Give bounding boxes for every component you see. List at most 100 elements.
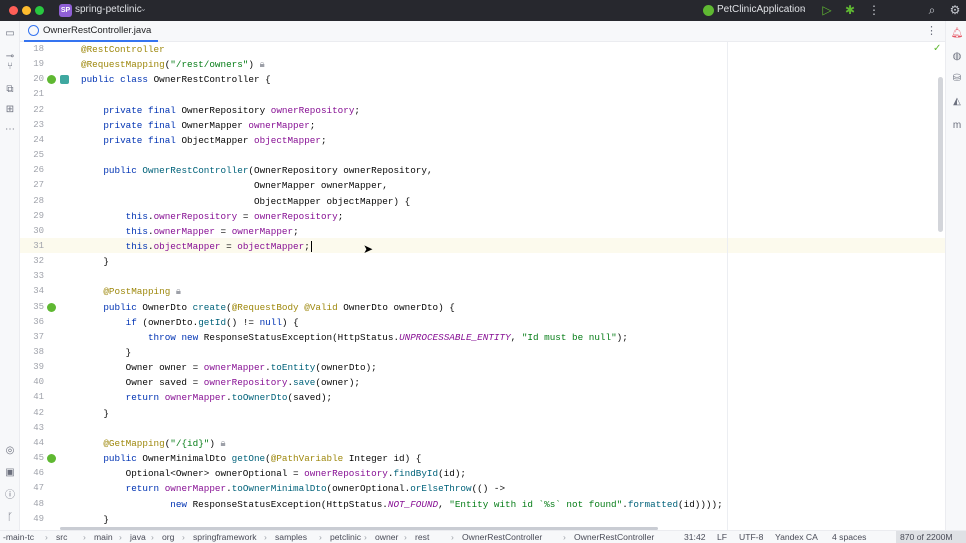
chevron-down-icon[interactable]: ⌄ (140, 4, 147, 13)
breadcrumb-item[interactable]: samples (275, 531, 307, 543)
code-line[interactable]: Owner saved = ownerRepository.save(owner… (81, 375, 360, 390)
gradle-icon[interactable]: ◭ (950, 95, 964, 109)
code-line[interactable]: public OwnerRestController(OwnerReposito… (81, 163, 432, 178)
breadcrumb-item[interactable]: OwnerRestController (462, 531, 542, 543)
more-icon[interactable]: ⋮ (926, 24, 937, 37)
chevron-right-icon: › (151, 532, 154, 542)
structure-icon[interactable]: ⊞ (3, 103, 17, 117)
chevron-down-icon[interactable]: ⌄ (800, 4, 807, 13)
tab-owner-rest-controller[interactable]: OwnerRestController.java (24, 21, 158, 42)
code-line[interactable]: } (81, 512, 109, 527)
minimize-window-icon[interactable] (22, 6, 31, 15)
chevron-right-icon: › (83, 532, 86, 542)
code-line[interactable]: Owner owner = ownerMapper.toEntity(owner… (81, 360, 377, 375)
chevron-right-icon: › (364, 532, 367, 542)
code-line[interactable]: throw new ResponseStatusException(HttpSt… (81, 330, 628, 345)
search-icon[interactable]: ⌕ (925, 2, 939, 18)
chevron-right-icon: › (182, 532, 185, 542)
breadcrumb-item[interactable]: -main-tc (3, 531, 34, 543)
chevron-right-icon: › (45, 532, 48, 542)
project-badge[interactable]: SP (59, 4, 72, 17)
terminal-icon[interactable]: ▣ (3, 466, 17, 480)
code-line[interactable]: new ResponseStatusException(HttpStatus.N… (81, 497, 722, 512)
ai-assistant-icon[interactable]: ◍ (950, 50, 964, 64)
chevron-right-icon: › (451, 532, 454, 542)
git-icon[interactable]: ᚴ (3, 511, 17, 525)
tab-label: OwnerRestController.java (43, 25, 152, 36)
code-line[interactable]: return ownerMapper.toOwnerDto(saved); (81, 390, 332, 405)
code-line[interactable]: this.objectMapper = objectMapper; (81, 239, 312, 254)
breadcrumb-item[interactable]: owner (375, 531, 398, 543)
breadcrumb-item[interactable]: java (130, 531, 146, 543)
chevron-right-icon: › (319, 532, 322, 542)
code-line[interactable]: } (81, 345, 132, 360)
more-icon[interactable]: ⋮ (867, 2, 881, 18)
code-line[interactable]: private final ObjectMapper objectMapper; (81, 133, 326, 148)
project-name[interactable]: spring-petclinic (75, 4, 142, 15)
lock-icon: 🔒︎ (175, 286, 181, 298)
left-tool-strip: ▭ ⊸ ⑂ ⧉ ⊞ ⋯ ◎ ▣ ⓘ ᚴ (0, 21, 20, 530)
code-line[interactable]: public OwnerDto create(@RequestBody @Val… (81, 300, 455, 315)
ai-completion-status[interactable]: Yandex CA (775, 531, 818, 543)
indent-setting[interactable]: 4 spaces (832, 531, 866, 543)
spring-boot-icon (703, 5, 714, 16)
code-line[interactable]: this.ownerMapper = ownerMapper; (81, 224, 299, 239)
more-icon[interactable]: ⋯ (3, 123, 17, 137)
code-line[interactable]: this.ownerRepository = ownerRepository; (81, 209, 344, 224)
code-line[interactable]: public OwnerMinimalDto getOne(@PathVaria… (81, 451, 421, 466)
pull-request-icon[interactable]: ⑂ (3, 60, 17, 74)
folder-icon[interactable]: ▭ (3, 27, 17, 41)
editor-tab-bar: OwnerRestController.java ⋮ (20, 21, 945, 42)
status-bar: -main-tc › src › main › java › org › springframewo… (0, 530, 966, 543)
code-line[interactable]: private final OwnerRepository ownerRepos… (81, 103, 360, 118)
mouse-cursor-icon: ➤ (363, 242, 374, 256)
code-line[interactable]: @RequestMapping("/rest/owners") 🔒︎ (81, 57, 265, 72)
code-line[interactable]: @RestController (81, 42, 165, 57)
breadcrumb-item[interactable]: main (94, 531, 113, 543)
code-line[interactable]: public class OwnerRestController { (81, 72, 271, 87)
line-separator[interactable]: LF (717, 531, 727, 543)
code-area[interactable]: @RestController @RequestMapping("/rest/ow… (20, 42, 945, 530)
code-line[interactable]: OwnerMapper ownerMapper, (81, 178, 388, 193)
notifications-icon[interactable]: 🔔︎ (950, 27, 964, 41)
code-line[interactable]: @PostMapping 🔒︎ (81, 284, 181, 299)
run-configuration-name[interactable]: PetClinicApplication (717, 4, 805, 15)
breadcrumb-item[interactable]: rest (415, 531, 429, 543)
debug-icon[interactable]: ✱ (843, 2, 857, 18)
inspection-ok-icon[interactable]: ✓ (933, 43, 941, 54)
caret-position[interactable]: 31:42 (684, 531, 706, 543)
file-encoding[interactable]: UTF-8 (739, 531, 763, 543)
breadcrumb-item[interactable]: springframework (193, 531, 257, 543)
code-line[interactable]: ObjectMapper objectMapper) { (81, 194, 410, 209)
run-icon[interactable]: ▷ (820, 2, 834, 18)
vertical-scrollbar[interactable] (938, 77, 943, 232)
chevron-right-icon: › (264, 532, 267, 542)
code-line[interactable]: if (ownerDto.getId() != null) { (81, 315, 299, 330)
code-line[interactable]: } (81, 406, 109, 421)
memory-indicator[interactable]: 870 of 2200M (896, 531, 966, 543)
code-line[interactable]: return ownerMapper.toOwnerMinimalDto(own… (81, 481, 505, 496)
code-editor[interactable]: 18 19 20 21 22 23 24 25 26 27 28 29 30 31 32 33 34 35 36 37… (20, 42, 945, 530)
lock-icon: 🔒︎ (220, 437, 226, 449)
database-icon[interactable]: ⛁ (950, 72, 964, 86)
settings-icon[interactable]: ⚙ (948, 2, 962, 18)
problems-icon[interactable]: ⓘ (3, 489, 17, 503)
breadcrumb-item[interactable]: org (162, 531, 174, 543)
title-bar: SP spring-petclinic ⌄ PetClinicApplicati… (0, 0, 966, 21)
zoom-window-icon[interactable] (35, 6, 44, 15)
breadcrumb-item[interactable]: petclinic (330, 531, 361, 543)
breadcrumb-item[interactable]: src (56, 531, 67, 543)
code-line[interactable]: Optional<Owner> ownerOptional = ownerRep… (81, 466, 466, 481)
code-line[interactable]: } (81, 254, 109, 269)
code-line[interactable]: private final OwnerMapper ownerMapper; (81, 118, 315, 133)
breadcrumb-item[interactable]: OwnerRestController (574, 531, 654, 543)
text-caret (310, 240, 312, 252)
code-line[interactable]: @GetMapping("/{id}") 🔒︎ (81, 436, 225, 451)
maven-icon[interactable]: m (950, 119, 964, 133)
lock-icon: 🔒︎ (259, 59, 265, 71)
structure-icon[interactable]: ⧉ (3, 83, 17, 97)
right-tool-strip: 🔔︎ ◍ ⛁ ◭ m (945, 21, 966, 530)
chevron-right-icon: › (404, 532, 407, 542)
close-window-icon[interactable] (9, 6, 18, 15)
run-tree-icon[interactable]: ◎ (3, 444, 17, 458)
